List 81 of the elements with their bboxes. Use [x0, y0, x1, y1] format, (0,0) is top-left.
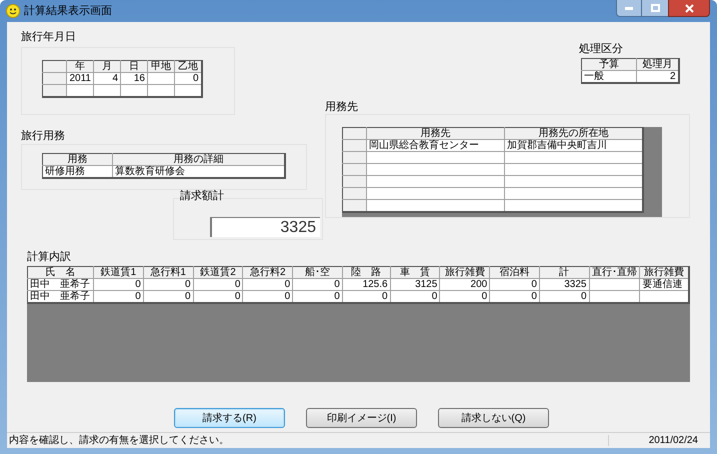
table-cell: 0: [93, 278, 144, 290]
column-header: 車 賃: [390, 266, 440, 278]
row-header[interactable]: [42, 60, 66, 72]
column-header: 用務先の所在地: [504, 128, 642, 140]
row-label: 一般: [582, 70, 636, 83]
table-cell: 0: [143, 278, 194, 290]
table-cell: 2: [636, 70, 678, 83]
window-title: 計算結果表示画面: [24, 4, 112, 19]
table-cell: 0: [292, 290, 342, 303]
maximize-icon: [650, 4, 660, 12]
column-header: 急行料1: [143, 266, 194, 278]
table-cell: 3125: [390, 278, 440, 290]
table-cell: 0: [93, 290, 144, 303]
action-button[interactable]: 印刷イメージ(I): [306, 408, 417, 428]
column-header: 氏 名: [28, 266, 94, 278]
close-button[interactable]: [668, 0, 710, 17]
row-label: 田中 亜希子: [28, 278, 94, 290]
minimize-icon: [625, 6, 633, 10]
row-label: 田中 亜希子: [28, 290, 94, 303]
column-header: 年: [66, 60, 94, 72]
group-title: 旅行年月日: [21, 32, 77, 43]
minimize-button[interactable]: [616, 0, 642, 17]
table-cell: 0: [143, 290, 194, 303]
table-cell: 0: [490, 278, 540, 290]
row-header[interactable]: [342, 200, 366, 212]
group-title: 処理区分: [579, 44, 623, 55]
table-cell: 0: [242, 278, 293, 290]
column-header: 船･空: [292, 266, 342, 278]
action-button[interactable]: 請求する(R): [174, 408, 285, 428]
column-header: 予算: [582, 58, 636, 70]
column-header: 直行･直帰: [589, 266, 640, 278]
table-cell: 算数教育研修会: [112, 166, 284, 178]
column-header: 陸 路: [342, 266, 390, 278]
column-header: 処理月: [636, 58, 678, 70]
table-cell: 0: [193, 278, 243, 290]
field-label: 請求額計: [180, 191, 224, 202]
column-header: 月: [94, 60, 120, 72]
table-cell: 岡山県総合教育センター: [366, 140, 504, 152]
table-cell: 2011: [66, 72, 94, 84]
column-header: 旅行雑費: [440, 266, 490, 278]
column-header: 日: [120, 60, 148, 72]
column-header: 乙地: [174, 60, 202, 72]
table-cell: 0: [342, 290, 390, 303]
row-header[interactable]: [42, 84, 66, 96]
status-message: 内容を確認し、請求の有無を選択してください。: [8, 435, 230, 446]
group-title: 計算内訳: [27, 252, 72, 263]
table-cell: 16: [120, 72, 148, 84]
column-header: 用務: [42, 154, 112, 166]
table-cell: 0: [390, 290, 440, 303]
table-cell: 0: [242, 290, 293, 303]
column-header: 用務の詳細: [112, 154, 284, 166]
table-cell: 0: [539, 290, 589, 303]
column-header: 急行料2: [242, 266, 293, 278]
row-header[interactable]: [342, 128, 366, 140]
table-cell: 125.6: [342, 278, 390, 290]
table-cell: 0: [490, 290, 540, 303]
column-header: 甲地: [148, 60, 174, 72]
group-title: 旅行用務: [21, 131, 66, 142]
column-header: 鉄道賃2: [193, 266, 243, 278]
maximize-button[interactable]: [642, 0, 668, 17]
column-header: 計: [539, 266, 589, 278]
table-cell: 200: [440, 278, 490, 290]
table-cell: 加賀郡吉備中央町吉川: [504, 140, 642, 152]
table-cell: 0: [440, 290, 490, 303]
column-header: 鉄道賃1: [93, 266, 144, 278]
row-label: 研修用務: [42, 166, 112, 178]
total-field: 3325: [210, 217, 320, 237]
close-icon: [684, 4, 694, 12]
group-title: 用務先: [325, 102, 359, 113]
table-cell: 0: [193, 290, 243, 303]
column-header: 宿泊料: [490, 266, 540, 278]
smiley-icon: [6, 4, 20, 18]
status-date: 2011/02/24: [608, 435, 710, 446]
table-cell: 3325: [539, 278, 589, 290]
table-cell: 4: [94, 72, 120, 84]
column-header: 用務先: [366, 128, 504, 140]
column-header: 旅行雑費: [640, 266, 689, 278]
table-cell: 0: [292, 278, 342, 290]
action-button[interactable]: 請求しない(Q): [438, 408, 549, 428]
table-cell: 0: [174, 72, 202, 84]
table-cell: 要通信連: [640, 278, 689, 290]
